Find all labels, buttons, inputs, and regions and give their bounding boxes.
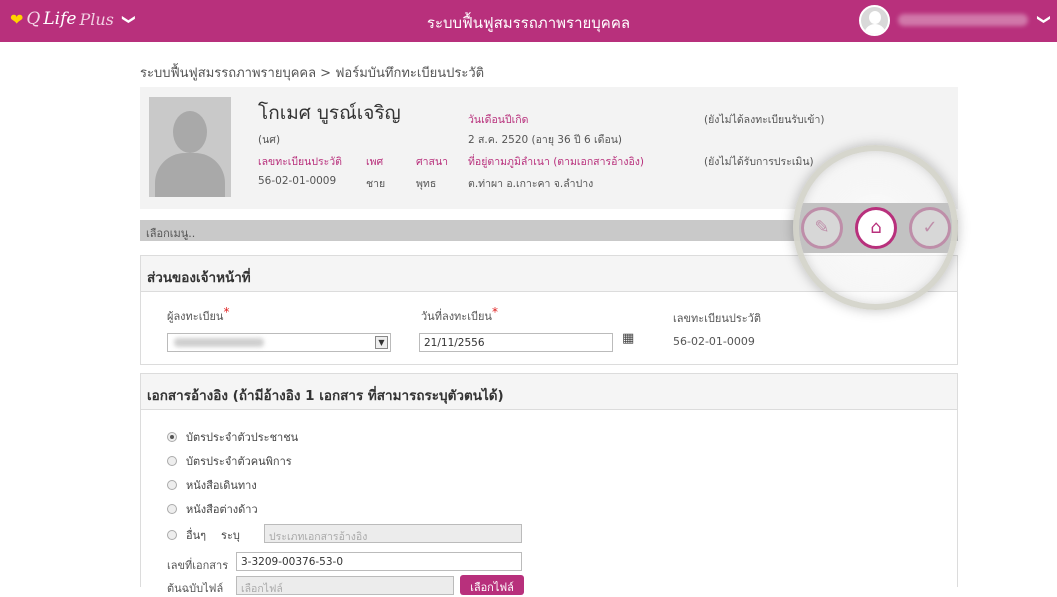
- radio-button[interactable]: [167, 480, 177, 490]
- reg-date-input[interactable]: 21/11/2556: [419, 333, 613, 352]
- dob-value: 2 ส.ค. 2520 (อายุ 36 ปี 6 เดือน): [468, 134, 623, 146]
- sex-label: เพศ: [366, 156, 384, 168]
- user-name-blurred[interactable]: [898, 14, 1028, 26]
- radio-button[interactable]: [167, 530, 177, 540]
- reg-label: เลขทะเบียนประวัติ: [258, 156, 343, 168]
- religion-label: ศาสนา: [416, 156, 449, 168]
- status-assessment: (ยังไม่ได้รับการประเมิน): [704, 156, 814, 168]
- menu-bar-label: เลือกเมนู..: [146, 227, 196, 240]
- radio-option-disability-card[interactable]: บัตรประจำตัวคนพิการ: [167, 452, 292, 470]
- radio-button[interactable]: [167, 456, 177, 466]
- radio-option-passport[interactable]: หนังสือเดินทาง: [167, 476, 257, 494]
- profile-title-code: (นศ): [258, 134, 281, 146]
- edit-icon[interactable]: ✎: [801, 207, 843, 249]
- specify-label: ระบุ: [221, 529, 240, 542]
- radio-button[interactable]: [167, 432, 177, 442]
- attach-label: ต้นฉบับไฟล์: [167, 582, 224, 595]
- officer-reg-label: เลขทะเบียนประวัติ: [673, 312, 762, 325]
- breadcrumb: ระบบฟื้นฟูสมรรถภาพรายบุคคล > ฟอร์มบันทึก…: [140, 66, 485, 81]
- doc-number-label: เลขที่เอกสาร: [167, 559, 229, 572]
- registrar-select[interactable]: ▼: [167, 333, 391, 352]
- radio-button[interactable]: [167, 504, 177, 514]
- sex-value: ชาย: [366, 178, 386, 190]
- magnifier-overlay: ✎ ⌂ ✓: [793, 145, 958, 310]
- reg-date-label: วันที่ลงทะเบียน*: [421, 305, 498, 323]
- user-menu-chevron-icon[interactable]: ❯: [1036, 14, 1051, 25]
- reg-value: 56-02-01-0009: [258, 175, 337, 187]
- profile-name: โกเมศ บูรณ์เจริญ: [258, 102, 401, 124]
- radio-option-national-id[interactable]: บัตรประจำตัวประชาชน: [167, 428, 298, 446]
- registrar-label: ผู้ลงทะเบียน*: [167, 305, 230, 323]
- top-bar: ❤ Q Life Plus ❯ ระบบฟื้นฟูสมรรถภาพรายบุคค…: [0, 0, 1057, 42]
- attach-file-input[interactable]: เลือกไฟล์: [236, 576, 454, 595]
- document-panel-title: เอกสารอ้างอิง (ถ้ามีอ้างอิง 1 เอกสาร ที่…: [141, 374, 957, 410]
- dropdown-arrow-icon[interactable]: ▼: [375, 336, 388, 349]
- religion-value: พุทธ: [416, 178, 437, 190]
- address-label: ที่อยู่ตามภูมิลำเนา (ตามเอกสารอ้างอิง): [468, 156, 644, 168]
- address-value: ต.ท่าผา อ.เกาะคา จ.ลำปาง: [468, 178, 594, 190]
- radio-option-other[interactable]: อื่นๆ ระบุ: [167, 526, 240, 544]
- home-icon[interactable]: ⌂: [855, 207, 897, 249]
- doc-number-input[interactable]: 3-3209-00376-53-0: [236, 552, 522, 571]
- dob-label: วันเดือนปีเกิด: [468, 114, 529, 126]
- status-registration: (ยังไม่ได้ลงทะเบียนรับเข้า): [704, 114, 825, 126]
- other-doc-type-input[interactable]: ประเภทเอกสารอ้างอิง: [264, 524, 522, 543]
- user-avatar[interactable]: [859, 5, 890, 36]
- officer-reg-value: 56-02-01-0009: [673, 335, 755, 348]
- radio-option-alien-book[interactable]: หนังสือต่างด้าว: [167, 500, 258, 518]
- calendar-icon[interactable]: ▦: [622, 331, 634, 346]
- check-icon[interactable]: ✓: [909, 207, 951, 249]
- profile-photo: [149, 97, 231, 197]
- choose-file-button[interactable]: เลือกไฟล์: [460, 575, 524, 595]
